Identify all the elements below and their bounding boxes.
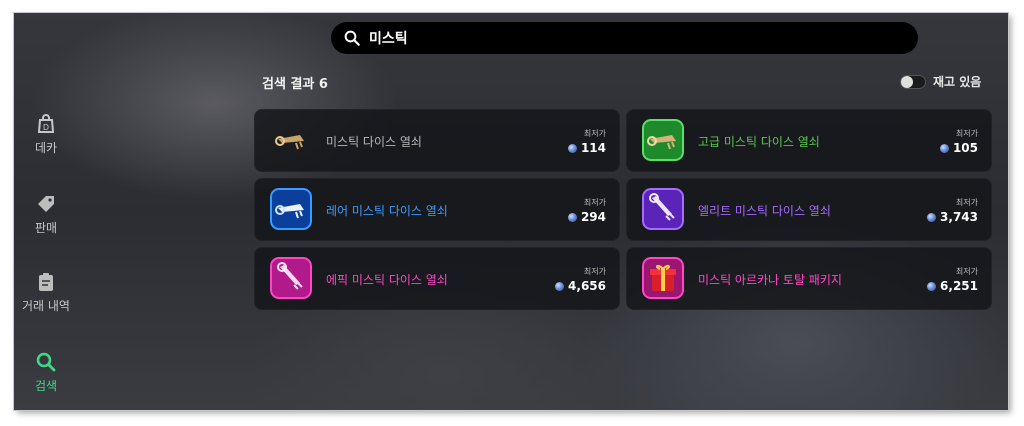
price-label: 최저가 — [955, 267, 978, 276]
item-price: 4,656 — [555, 279, 606, 293]
price-value: 114 — [580, 141, 606, 155]
item-name: 에픽 미스틱 다이스 열쇠 — [326, 273, 448, 287]
search-icon — [36, 352, 56, 372]
key-icon — [275, 135, 304, 150]
price-value: 294 — [580, 210, 606, 224]
toggle-switch[interactable] — [900, 74, 926, 89]
clipboard-icon — [39, 273, 53, 291]
price-label: 최저가 — [955, 198, 978, 207]
sidebar-item-label: 거래 내역 — [22, 299, 70, 313]
key-icon — [270, 257, 312, 299]
price-value: 4,656 — [568, 279, 606, 293]
coin-icon — [927, 281, 937, 291]
key-icon — [642, 119, 684, 161]
sidebar-item-label: 검색 — [34, 379, 58, 393]
list-item[interactable]: 고급 미스틱 다이스 열쇠 최저가 105 — [626, 109, 992, 172]
tag-icon — [38, 196, 54, 212]
svg-text:D: D — [43, 123, 49, 132]
results-title: 검색 결과 6 — [262, 77, 328, 92]
app-window: D 데카 판매 거래 내역 검색 미스틱 검색 결과 6 재고 있음 미스틱 다… — [14, 13, 1008, 410]
coin-icon — [927, 212, 937, 222]
price-value: 105 — [952, 141, 978, 155]
list-item[interactable]: 미스틱 아르카나 토탈 패키지 최저가 6,251 — [626, 247, 992, 310]
coin-icon — [939, 143, 949, 153]
sidebar-item-deca[interactable]: D 데카 — [14, 112, 78, 156]
item-price: 6,251 — [927, 279, 978, 293]
item-name: 미스틱 다이스 열쇠 — [326, 135, 422, 149]
coin-icon — [567, 212, 577, 222]
sidebar-item-search[interactable]: 검색 — [14, 350, 78, 394]
sidebar-item-sell[interactable]: 판매 — [14, 192, 78, 236]
sidebar: D 데카 판매 거래 내역 검색 — [14, 13, 78, 410]
item-name: 미스틱 아르카나 토탈 패키지 — [698, 273, 842, 287]
search-icon[interactable] — [343, 29, 361, 47]
item-price: 3,743 — [927, 210, 978, 224]
toggle-label: 재고 있음 — [933, 75, 982, 89]
key-icon — [642, 188, 684, 230]
price-value: 6,251 — [940, 279, 978, 293]
list-item[interactable]: 엘리트 미스틱 다이스 열쇠 최저가 3,743 — [626, 178, 992, 241]
item-name: 레어 미스틱 다이스 열쇠 — [326, 204, 448, 218]
key-icon — [270, 188, 312, 230]
sidebar-item-label: 판매 — [34, 221, 58, 235]
sidebar-item-label: 데카 — [34, 141, 58, 155]
sidebar-item-history[interactable]: 거래 내역 — [14, 270, 78, 314]
price-label: 최저가 — [583, 129, 606, 138]
price-value: 3,743 — [940, 210, 978, 224]
search-input[interactable] — [367, 29, 891, 47]
item-name: 엘리트 미스틱 다이스 열쇠 — [698, 204, 831, 218]
in-stock-toggle[interactable]: 재고 있음 — [900, 73, 981, 90]
gift-box-icon — [642, 257, 684, 299]
shop-bag-icon: D — [37, 114, 55, 133]
item-price: 105 — [939, 141, 978, 155]
coin-icon — [555, 281, 565, 291]
item-price: 114 — [567, 141, 606, 155]
price-label: 최저가 — [583, 267, 606, 276]
price-label: 최저가 — [955, 129, 978, 138]
item-name: 고급 미스틱 다이스 열쇠 — [698, 135, 820, 149]
list-item[interactable]: 레어 미스틱 다이스 열쇠 최저가 294 — [254, 178, 620, 241]
list-item[interactable]: 미스틱 다이스 열쇠 최저가 114 — [254, 109, 620, 172]
coin-icon — [567, 143, 577, 153]
item-price: 294 — [567, 210, 606, 224]
price-label: 최저가 — [583, 198, 606, 207]
search-bar — [331, 22, 918, 54]
list-item[interactable]: 에픽 미스틱 다이스 열쇠 최저가 4,656 — [254, 247, 620, 310]
toggle-knob — [901, 75, 913, 88]
